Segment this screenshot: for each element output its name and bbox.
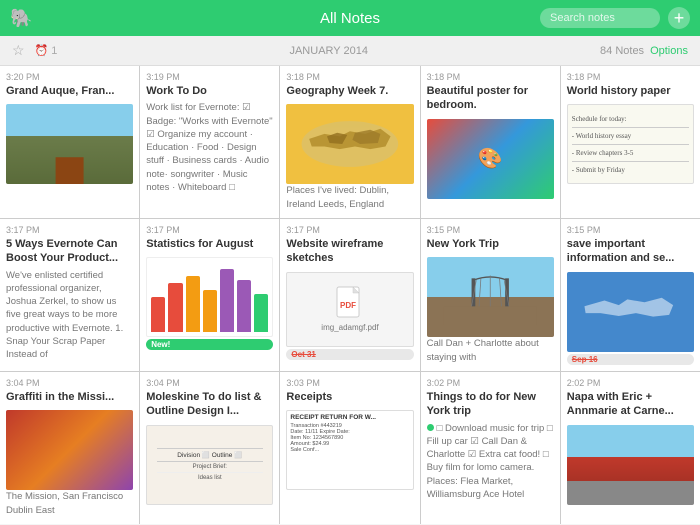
- notes-count: 84 Notes: [600, 45, 644, 57]
- note-body: Places I've lived: Dublin, Ireland Leeds…: [286, 184, 413, 212]
- tag-badge: Oct 31: [286, 349, 413, 360]
- note-card[interactable]: 2:02 PM Napa with Eric + Annmarie at Car…: [561, 372, 700, 524]
- green-dot: [427, 424, 434, 431]
- note-card[interactable]: 3:04 PM Graffiti in the Missi... The Mis…: [0, 372, 139, 524]
- note-card[interactable]: 3:18 PM World history paper Schedule for…: [561, 66, 700, 218]
- note-title: 5 Ways Evernote Can Boost Your Product..…: [6, 237, 133, 266]
- note-title: Statistics for August: [146, 237, 273, 251]
- note-title: New York Trip: [427, 237, 554, 251]
- note-time: 3:20 PM: [6, 72, 133, 82]
- evernote-logo: 🐘: [10, 8, 30, 28]
- note-body: □ Download music for trip □ Fill up car …: [427, 422, 554, 518]
- svg-text:PDF: PDF: [340, 301, 356, 310]
- note-title: Beautiful poster for bedroom.: [427, 84, 554, 113]
- note-time: 3:04 PM: [146, 378, 273, 388]
- search-input[interactable]: [540, 8, 660, 28]
- tag-badge: New!: [146, 339, 273, 350]
- note-card[interactable]: 3:18 PM Geography Week 7. Places I've li…: [280, 66, 419, 218]
- note-title: Things to do for New York trip: [427, 390, 554, 419]
- note-time: 3:15 PM: [567, 225, 694, 235]
- note-card[interactable]: 3:02 PM Things to do for New York trip □…: [421, 372, 560, 524]
- note-time: 3:18 PM: [427, 72, 554, 82]
- note-time: 3:18 PM: [567, 72, 694, 82]
- note-card[interactable]: 3:17 PM 5 Ways Evernote Can Boost Your P…: [0, 219, 139, 371]
- note-time: 3:03 PM: [286, 378, 413, 388]
- note-time: 3:02 PM: [427, 378, 554, 388]
- note-time: 3:15 PM: [427, 225, 554, 235]
- note-time: 3:17 PM: [286, 225, 413, 235]
- note-title: Moleskine To do list & Outline Design I.…: [146, 390, 273, 419]
- note-time: 2:02 PM: [567, 378, 694, 388]
- note-card[interactable]: 3:20 PM Grand Auque, Fran...: [0, 66, 139, 218]
- note-title: Napa with Eric + Annmarie at Carne...: [567, 390, 694, 419]
- note-body: The Mission, San Francisco Dublin East: [6, 490, 133, 518]
- note-title: Grand Auque, Fran...: [6, 84, 133, 98]
- note-card[interactable]: 3:17 PM Statistics for August New!: [140, 219, 279, 371]
- note-card[interactable]: 3:15 PM New York Trip Call Dan + Charlot…: [421, 219, 560, 371]
- options-button[interactable]: Options: [650, 45, 688, 57]
- note-card[interactable]: 3:17 PM Website wireframe sketches PDF i…: [280, 219, 419, 371]
- note-card[interactable]: 3:04 PM Moleskine To do list & Outline D…: [140, 372, 279, 524]
- clock-icon: ⏰: [35, 44, 49, 57]
- note-time: 3:04 PM: [6, 378, 133, 388]
- date-label: JANUARY 2014: [289, 45, 367, 57]
- note-body: We've enlisted certified professional or…: [6, 269, 133, 365]
- note-title: Receipts: [286, 390, 413, 404]
- note-body: Work list for Evernote: ☑ Badge: "Works …: [146, 101, 273, 212]
- note-title: World history paper: [567, 84, 694, 98]
- add-note-button[interactable]: +: [668, 7, 690, 29]
- note-title: save important information and se...: [567, 237, 694, 266]
- note-card[interactable]: 3:15 PM save important information and s…: [561, 219, 700, 371]
- reminder-count: 1: [51, 45, 57, 57]
- notes-grid: 3:20 PM Grand Auque, Fran... 3:19 PM Wor…: [0, 66, 700, 524]
- note-card[interactable]: 3:03 PM Receipts RECEIPT RETURN FOR W...…: [280, 372, 419, 524]
- star-icon[interactable]: ☆: [12, 42, 25, 59]
- note-body: Call Dan + Charlotte about staying with: [427, 337, 554, 365]
- tag-badge: Sep 16: [567, 354, 694, 365]
- note-title: Graffiti in the Missi...: [6, 390, 133, 404]
- note-card[interactable]: 3:18 PM Beautiful poster for bedroom. 🎨: [421, 66, 560, 218]
- note-title: Work To Do: [146, 84, 273, 98]
- note-card[interactable]: 3:19 PM Work To Do Work list for Evernot…: [140, 66, 279, 218]
- top-bar: 🐘 All Notes +: [0, 0, 700, 36]
- sub-bar: ☆ ⏰ 1 JANUARY 2014 84 Notes Options: [0, 36, 700, 66]
- note-time: 3:17 PM: [6, 225, 133, 235]
- page-title: All Notes: [320, 10, 380, 27]
- note-time: 3:17 PM: [146, 225, 273, 235]
- note-title: Geography Week 7.: [286, 84, 413, 98]
- reminder-icon[interactable]: ⏰ 1: [35, 44, 58, 57]
- note-time: 3:19 PM: [146, 72, 273, 82]
- note-time: 3:18 PM: [286, 72, 413, 82]
- note-title: Website wireframe sketches: [286, 237, 413, 266]
